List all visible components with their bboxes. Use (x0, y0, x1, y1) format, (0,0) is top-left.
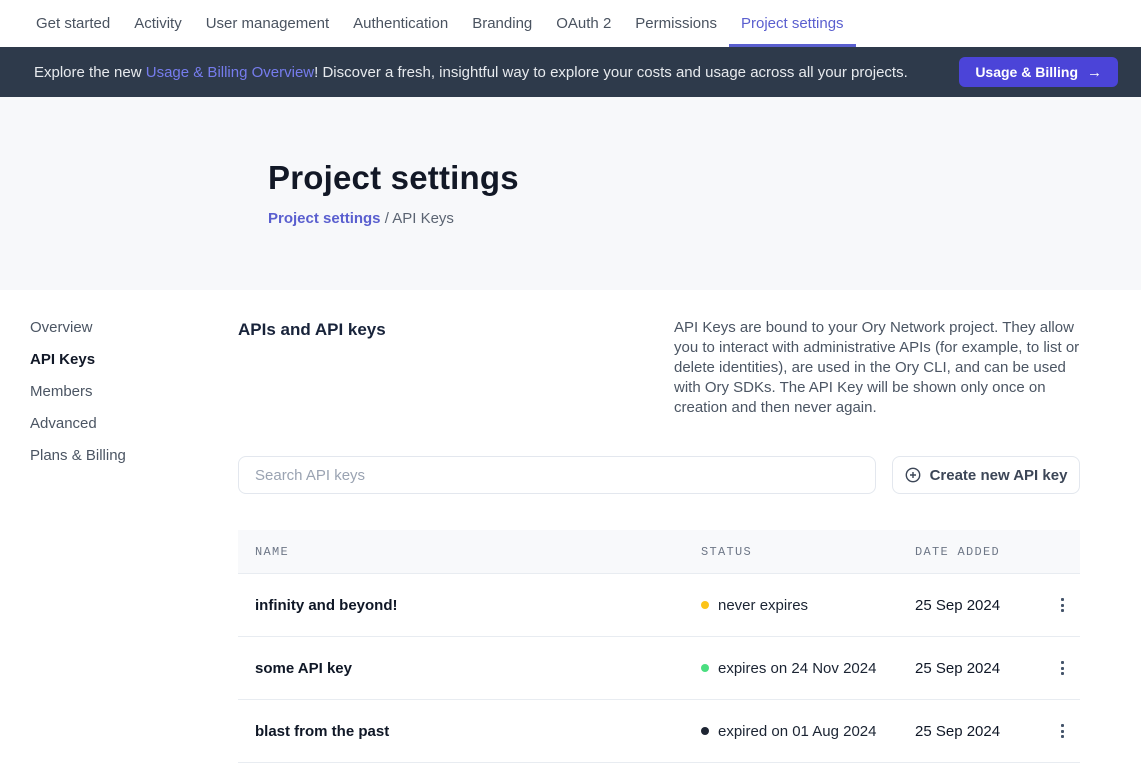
table-row: some API key expires on 24 Nov 2024 25 S… (238, 637, 1080, 700)
table-header-row: NAME STATUS DATE ADDED (238, 530, 1080, 574)
kebab-menu-icon[interactable] (1051, 719, 1075, 743)
sidebar-item-api-keys[interactable]: API Keys (30, 343, 238, 375)
table-controls: Create new API key (238, 456, 1080, 494)
table-row: infinity and beyond! never expires 25 Se… (238, 574, 1080, 637)
status-label: expires on 24 Nov 2024 (718, 660, 876, 677)
api-keys-table: NAME STATUS DATE ADDED infinity and beyo… (238, 530, 1080, 763)
create-api-key-button[interactable]: Create new API key (892, 456, 1080, 494)
breadcrumb-separator: / (381, 210, 393, 227)
status-dot-icon (701, 727, 709, 735)
banner-text-prefix: Explore the new (34, 64, 146, 81)
tab-project-settings[interactable]: Project settings (729, 0, 856, 47)
page-title: Project settings (268, 159, 1141, 197)
row-actions (1045, 656, 1080, 680)
status-label: expired on 01 Aug 2024 (718, 723, 876, 740)
usage-billing-button-label: Usage & Billing (975, 64, 1078, 80)
status-dot-icon (701, 664, 709, 672)
tab-branding[interactable]: Branding (460, 0, 544, 47)
status-label: never expires (718, 597, 808, 614)
column-header-name: NAME (238, 545, 701, 559)
create-api-key-label: Create new API key (930, 467, 1068, 484)
table-row: blast from the past expired on 01 Aug 20… (238, 700, 1080, 763)
breadcrumb-current: API Keys (392, 210, 454, 227)
api-key-status: expires on 24 Nov 2024 (701, 660, 915, 677)
banner-message: Explore the new Usage & Billing Overview… (34, 64, 959, 81)
sidebar-item-overview[interactable]: Overview (30, 311, 238, 343)
sidebar-item-plans-billing[interactable]: Plans & Billing (30, 439, 238, 471)
api-key-date-added: 25 Sep 2024 (915, 723, 1045, 740)
tab-user-management[interactable]: User management (194, 0, 341, 47)
status-dot-icon (701, 601, 709, 609)
section-intro: APIs and API keys API Keys are bound to … (238, 318, 1080, 418)
sidebar-item-advanced[interactable]: Advanced (30, 407, 238, 439)
usage-billing-banner: Explore the new Usage & Billing Overview… (0, 47, 1141, 97)
page-header: Project settings Project settings / API … (0, 97, 1141, 290)
tab-authentication[interactable]: Authentication (341, 0, 460, 47)
column-header-status: STATUS (701, 545, 915, 559)
tab-get-started[interactable]: Get started (24, 0, 122, 47)
kebab-menu-icon[interactable] (1051, 593, 1075, 617)
usage-billing-overview-link[interactable]: Usage & Billing Overview (146, 64, 314, 81)
api-key-date-added: 25 Sep 2024 (915, 660, 1045, 677)
tab-oauth2[interactable]: OAuth 2 (544, 0, 623, 47)
settings-sidebar: Overview API Keys Members Advanced Plans… (0, 290, 238, 471)
api-key-name: infinity and beyond! (238, 597, 701, 614)
content-area: Overview API Keys Members Advanced Plans… (0, 290, 1141, 763)
tab-activity[interactable]: Activity (122, 0, 194, 47)
api-key-name: some API key (238, 660, 701, 677)
arrow-right-icon: → (1087, 64, 1102, 81)
usage-billing-button[interactable]: Usage & Billing → (959, 57, 1118, 87)
section-title: APIs and API keys (238, 318, 386, 418)
section-description: API Keys are bound to your Ory Network p… (674, 318, 1080, 418)
search-input[interactable] (238, 456, 876, 494)
column-header-date-added: DATE ADDED (915, 545, 1045, 559)
banner-text-suffix: ! Discover a fresh, insightful way to ex… (314, 64, 908, 81)
row-actions (1045, 593, 1080, 617)
top-navigation: Get started Activity User management Aut… (0, 0, 1141, 47)
api-key-status: expired on 01 Aug 2024 (701, 723, 915, 740)
api-key-date-added: 25 Sep 2024 (915, 597, 1045, 614)
api-keys-panel: APIs and API keys API Keys are bound to … (238, 290, 1080, 763)
api-key-name: blast from the past (238, 723, 701, 740)
api-key-status: never expires (701, 597, 915, 614)
kebab-menu-icon[interactable] (1051, 656, 1075, 680)
breadcrumb-project-settings-link[interactable]: Project settings (268, 210, 381, 227)
sidebar-item-members[interactable]: Members (30, 375, 238, 407)
plus-circle-icon (905, 467, 921, 483)
breadcrumb: Project settings / API Keys (268, 210, 1141, 227)
row-actions (1045, 719, 1080, 743)
tab-permissions[interactable]: Permissions (623, 0, 729, 47)
